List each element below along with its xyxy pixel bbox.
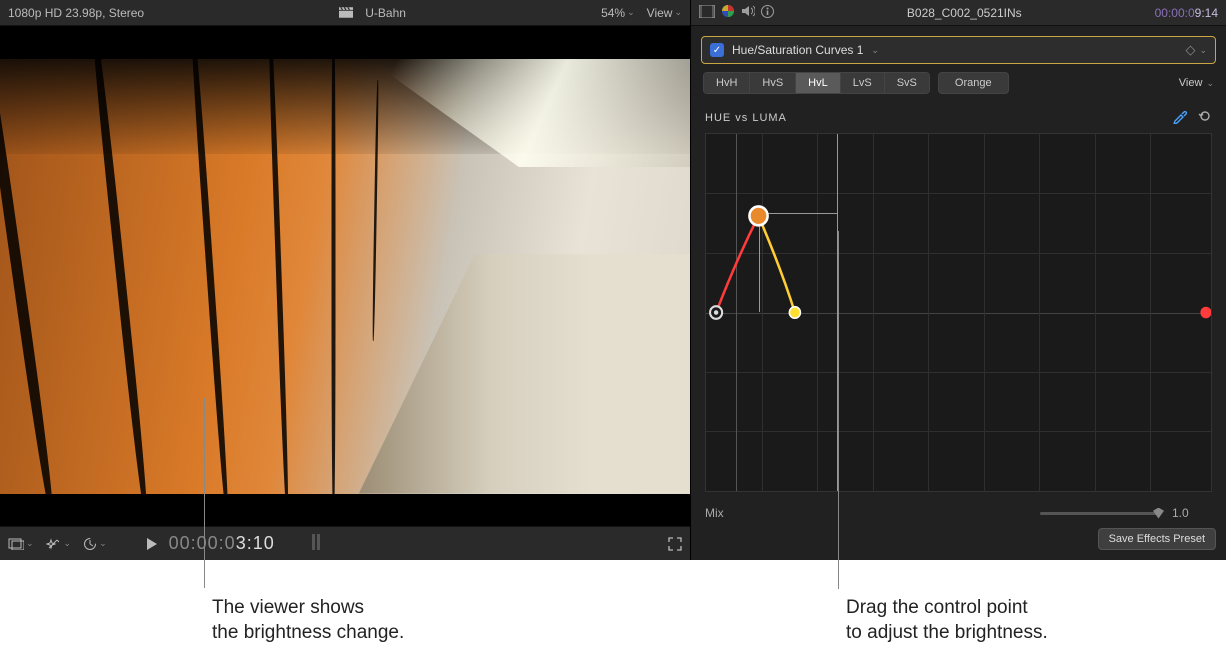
video-inspector-icon[interactable] bbox=[699, 5, 715, 21]
tab-lvs[interactable]: LvS bbox=[841, 73, 885, 93]
curve-svg bbox=[706, 134, 1211, 491]
curve-view-dropdown[interactable]: View⌄ bbox=[1179, 77, 1214, 89]
view-dropdown[interactable]: View ⌄ bbox=[647, 6, 682, 20]
tab-hvh[interactable]: HvH bbox=[704, 73, 750, 93]
color-preset-chip[interactable]: Orange bbox=[938, 72, 1009, 94]
clip-timecode: 00:00:09:14 bbox=[1155, 6, 1218, 20]
transform-tool-dropdown[interactable]: ⌄ bbox=[8, 538, 34, 550]
control-point-peak[interactable] bbox=[749, 206, 767, 225]
zoom-dropdown[interactable]: 54% ⌄ bbox=[601, 6, 635, 20]
eyedropper-icon[interactable] bbox=[1172, 108, 1188, 127]
preview-image bbox=[0, 59, 690, 494]
tab-hvs[interactable]: HvS bbox=[750, 73, 796, 93]
viewer-panel: 1080p HD 23.98p, Stereo U-Bahn 54% ⌄ Vie… bbox=[0, 0, 691, 560]
mix-slider[interactable] bbox=[1040, 512, 1160, 515]
curve-graph[interactable] bbox=[705, 133, 1212, 492]
keyframe-prev-icon[interactable]: ◇ bbox=[1185, 42, 1195, 58]
mix-label: Mix bbox=[705, 506, 724, 520]
timecode-display[interactable]: 00:00:03:10 bbox=[169, 533, 275, 554]
project-title: U-Bahn bbox=[365, 6, 406, 20]
chevron-down-icon[interactable]: ⌄ bbox=[871, 45, 879, 56]
control-point-end[interactable] bbox=[1200, 307, 1211, 319]
mix-value: 1.0 bbox=[1172, 506, 1212, 520]
enhance-tool-dropdown[interactable]: ⌄ bbox=[46, 537, 72, 551]
inspector-header: B028_C002_0521INs 00:00:09:14 bbox=[691, 0, 1226, 26]
chevron-down-icon[interactable]: ⌄ bbox=[1199, 45, 1207, 56]
info-inspector-icon[interactable] bbox=[761, 5, 774, 21]
audio-inspector-icon[interactable] bbox=[741, 5, 755, 20]
audio-meter bbox=[311, 532, 323, 555]
curve-tabs: HvH HvS HvL LvS SvS Orange View⌄ bbox=[691, 72, 1226, 100]
clip-name: B028_C002_0521INs bbox=[782, 6, 1147, 20]
tab-svs[interactable]: SvS bbox=[885, 73, 929, 93]
viewer-header: 1080p HD 23.98p, Stereo U-Bahn 54% ⌄ Vie… bbox=[0, 0, 690, 26]
annotation-left: The viewer shows the brightness change. bbox=[212, 596, 404, 645]
curve-editor: HUE vs LUMA bbox=[691, 100, 1226, 496]
effect-enabled-checkbox[interactable]: ✓ bbox=[710, 43, 724, 57]
clapperboard-icon bbox=[339, 7, 353, 18]
play-button[interactable] bbox=[147, 538, 157, 550]
color-inspector-icon[interactable] bbox=[721, 4, 735, 21]
curve-title: HUE vs LUMA bbox=[705, 112, 787, 124]
annotation-right: Drag the control point to adjust the bri… bbox=[846, 596, 1048, 645]
reset-icon[interactable] bbox=[1198, 109, 1212, 126]
viewer-footer: ⌄ ⌄ ⌄ 00:00:03:10 bbox=[0, 526, 690, 560]
retime-dropdown[interactable]: ⌄ bbox=[83, 537, 107, 551]
mix-row: Mix 1.0 bbox=[691, 496, 1226, 528]
viewer-body bbox=[0, 26, 690, 526]
save-effects-preset-button[interactable]: Save Effects Preset bbox=[1098, 528, 1216, 550]
effect-name: Hue/Saturation Curves 1 bbox=[732, 43, 863, 57]
tab-hvl[interactable]: HvL bbox=[796, 73, 841, 93]
fullscreen-button[interactable] bbox=[668, 537, 682, 551]
inspector-panel: B028_C002_0521INs 00:00:09:14 ✓ Hue/Satu… bbox=[691, 0, 1226, 560]
clip-format: 1080p HD 23.98p, Stereo bbox=[8, 6, 144, 20]
effect-title-row[interactable]: ✓ Hue/Saturation Curves 1 ⌄ ◇ ⌄ bbox=[701, 36, 1216, 64]
app-window: 1080p HD 23.98p, Stereo U-Bahn 54% ⌄ Vie… bbox=[0, 0, 1226, 560]
control-point-right[interactable] bbox=[789, 307, 800, 319]
